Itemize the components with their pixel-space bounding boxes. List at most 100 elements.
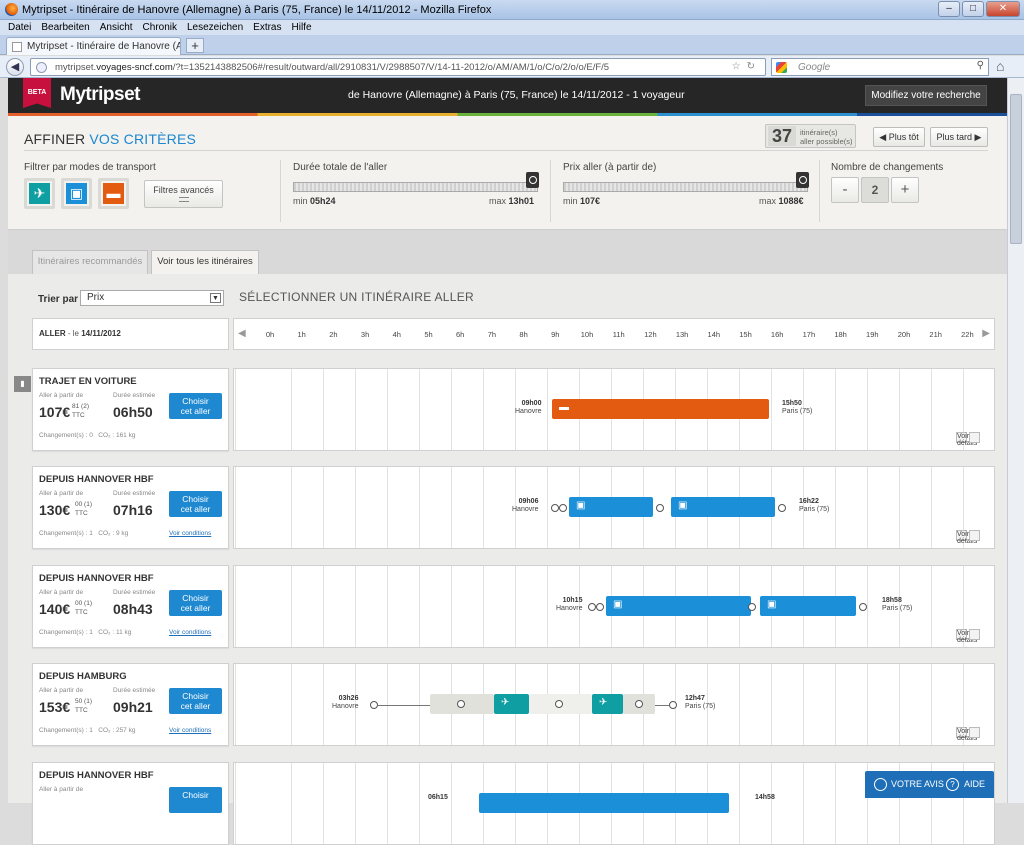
menu-bearbeiten[interactable]: Bearbeiten [41,20,89,35]
duration-slider[interactable] [293,182,538,192]
car-segment[interactable]: ▬ [552,399,769,419]
advanced-filters-label: Filtres avancés [153,185,214,195]
close-button[interactable]: ✕ [986,1,1020,17]
price-max: max 1088€ [759,196,804,206]
search-input[interactable]: Google ⚲ [771,58,989,76]
feedback-icon [874,778,887,791]
price-slider[interactable] [563,182,808,192]
details-link[interactable]: Voir détails [954,629,980,644]
scroll-left-icon[interactable]: ◀ [238,328,246,339]
result-timeline[interactable]: 10h15 Hanovre ▣ ▣ 18h58 Paris (75) Voir dé… [233,565,995,648]
mode-train-toggle[interactable]: ▣ [61,178,92,209]
scrollbar[interactable] [1007,78,1024,803]
result-timeline[interactable]: 09h00 Hanovre ▬ 15h50 Paris (75) Voir déta… [233,368,995,451]
flight-segment[interactable]: ✈ [592,694,623,714]
help-icon[interactable]: ? [946,778,959,791]
changes-minus-button[interactable]: - [831,177,859,203]
train-segment[interactable] [479,793,729,813]
menu-lesezeichen[interactable]: Lesezeichen [187,20,243,35]
arrival-stop: 12h47 Paris (75) [685,695,715,711]
choose-button[interactable]: Choisir cet aller [169,491,222,517]
results-count: 37 itinéraire(s) aller possible(s) [765,124,856,148]
menu-ansicht[interactable]: Ansicht [100,20,133,35]
train-segment[interactable]: ▣ [606,596,751,616]
menu-extras[interactable]: Extras [253,20,281,35]
tab-all-itineraries[interactable]: Voir tous les itinéraires [151,250,259,274]
changes-plus-button[interactable]: + [891,177,919,203]
duration-caption: Durée estimée [113,589,156,596]
choose-button[interactable]: Choisir cet aller [169,590,222,616]
train-segment[interactable]: ▣ [569,497,653,517]
result-timeline[interactable]: 03h26 Hanovre ✈ ✈ 12h47 Paris (75) Voir dé… [233,663,995,746]
modify-search-button[interactable]: Modifiez votre recherche [865,85,987,106]
browser-tab[interactable]: Mytripset - Itinéraire de Hanovre (Allem… [6,37,181,55]
result-duration: 07h16 [113,502,153,518]
logo[interactable]: Mytripset [60,84,140,106]
arrival-stop: 15h50 Paris (75) [782,400,812,416]
result-card: DEPUIS HANNOVER HBF Aller à partir de 13… [32,466,229,549]
back-arrow-icon[interactable]: ◀ [6,58,24,76]
choose-button[interactable]: Choisir cet aller [169,393,222,419]
hour-tick: 15h [739,330,752,339]
beta-badge: BETA [23,78,51,108]
minimize-button[interactable]: – [938,1,960,17]
conditions-link[interactable]: Voir conditions [169,530,211,537]
hour-tick: 11h [612,330,625,339]
result-timeline[interactable]: 09h06 Hanovre ▣ ▣ 16h22 Paris (75) Voir dé… [233,466,995,549]
details-link[interactable]: Voir détails [954,530,980,545]
price-slider-handle[interactable] [796,172,809,188]
choose-label-1: Choisir [182,691,209,701]
choose-label-1: Choisir [182,593,209,603]
scroll-right-icon[interactable]: ▶ [982,328,990,339]
price-caption-text: Aller à partir de [39,392,84,399]
tab-recommended[interactable]: Itinéraires recommandés [32,250,148,274]
price-cents: 00 (1) [75,600,92,607]
page-icon [12,42,22,52]
hour-tick: 20h [897,330,911,339]
duration-slider-handle[interactable] [526,172,539,188]
choose-label-1: Choisir [182,396,209,406]
scrollbar-thumb[interactable] [1010,94,1022,244]
choose-button[interactable]: Choisir [169,787,222,813]
menu-datei[interactable]: Datei [8,20,31,35]
price-caption: Aller à partir de [39,392,83,400]
details-link[interactable]: Voir détails [954,432,980,447]
url-bar[interactable]: mytripset.voyages-sncf.com/?t=1352143882… [30,58,766,76]
stop-dot [551,504,559,512]
mode-flight-toggle[interactable]: ✈ [24,178,55,209]
price-max-value: 1088€ [778,196,804,206]
price-min-value: 107€ [580,196,601,206]
choose-button[interactable]: Choisir cet aller [169,688,222,714]
advanced-filters-button[interactable]: Filtres avancés [144,180,223,208]
price-cents-value: 00 [75,501,83,508]
menu-hilfe[interactable]: Hilfe [292,20,312,35]
duration-label: Durée totale de l'aller [293,162,388,173]
price-cents-value: 50 [75,698,83,705]
hour-tick: 5h [424,330,433,339]
new-tab-button[interactable]: + [186,38,204,53]
search-icon[interactable]: ⚲ [977,60,984,71]
train-segment[interactable]: ▣ [671,497,775,517]
details-link[interactable]: Voir détails [954,727,980,742]
price-note: (1) [84,501,92,508]
train-segment[interactable]: ▣ [760,596,856,616]
reload-icon[interactable]: ↻ [747,61,761,72]
help-label[interactable]: AIDE [964,771,985,798]
flight-segment[interactable]: ✈ [494,694,529,714]
mode-car-toggle[interactable]: ▬ [98,178,129,209]
later-button[interactable]: Plus tard ▶ [930,127,988,147]
feedback-button[interactable]: VOTRE AVIS ? AIDE [865,771,994,798]
home-icon[interactable]: ⌂ [996,58,1004,74]
hour-tick: 7h [487,330,497,339]
filters-title-a: AFFINER [24,131,90,147]
bookmark-star-icon[interactable]: ☆ [732,61,747,72]
earlier-button[interactable]: ◀ Plus tôt [873,127,925,147]
conditions-link[interactable]: Voir conditions [169,727,211,734]
maximize-button[interactable]: □ [962,1,984,17]
departure-time: 09h06 [518,498,539,505]
conditions-link[interactable]: Voir conditions [169,629,211,636]
sort-select[interactable]: Prix ▼ [80,290,224,306]
modes-label: Filtrer par modes de transport [24,162,156,173]
result-duration: 08h43 [113,601,153,617]
menu-chronik[interactable]: Chronik [143,20,177,35]
